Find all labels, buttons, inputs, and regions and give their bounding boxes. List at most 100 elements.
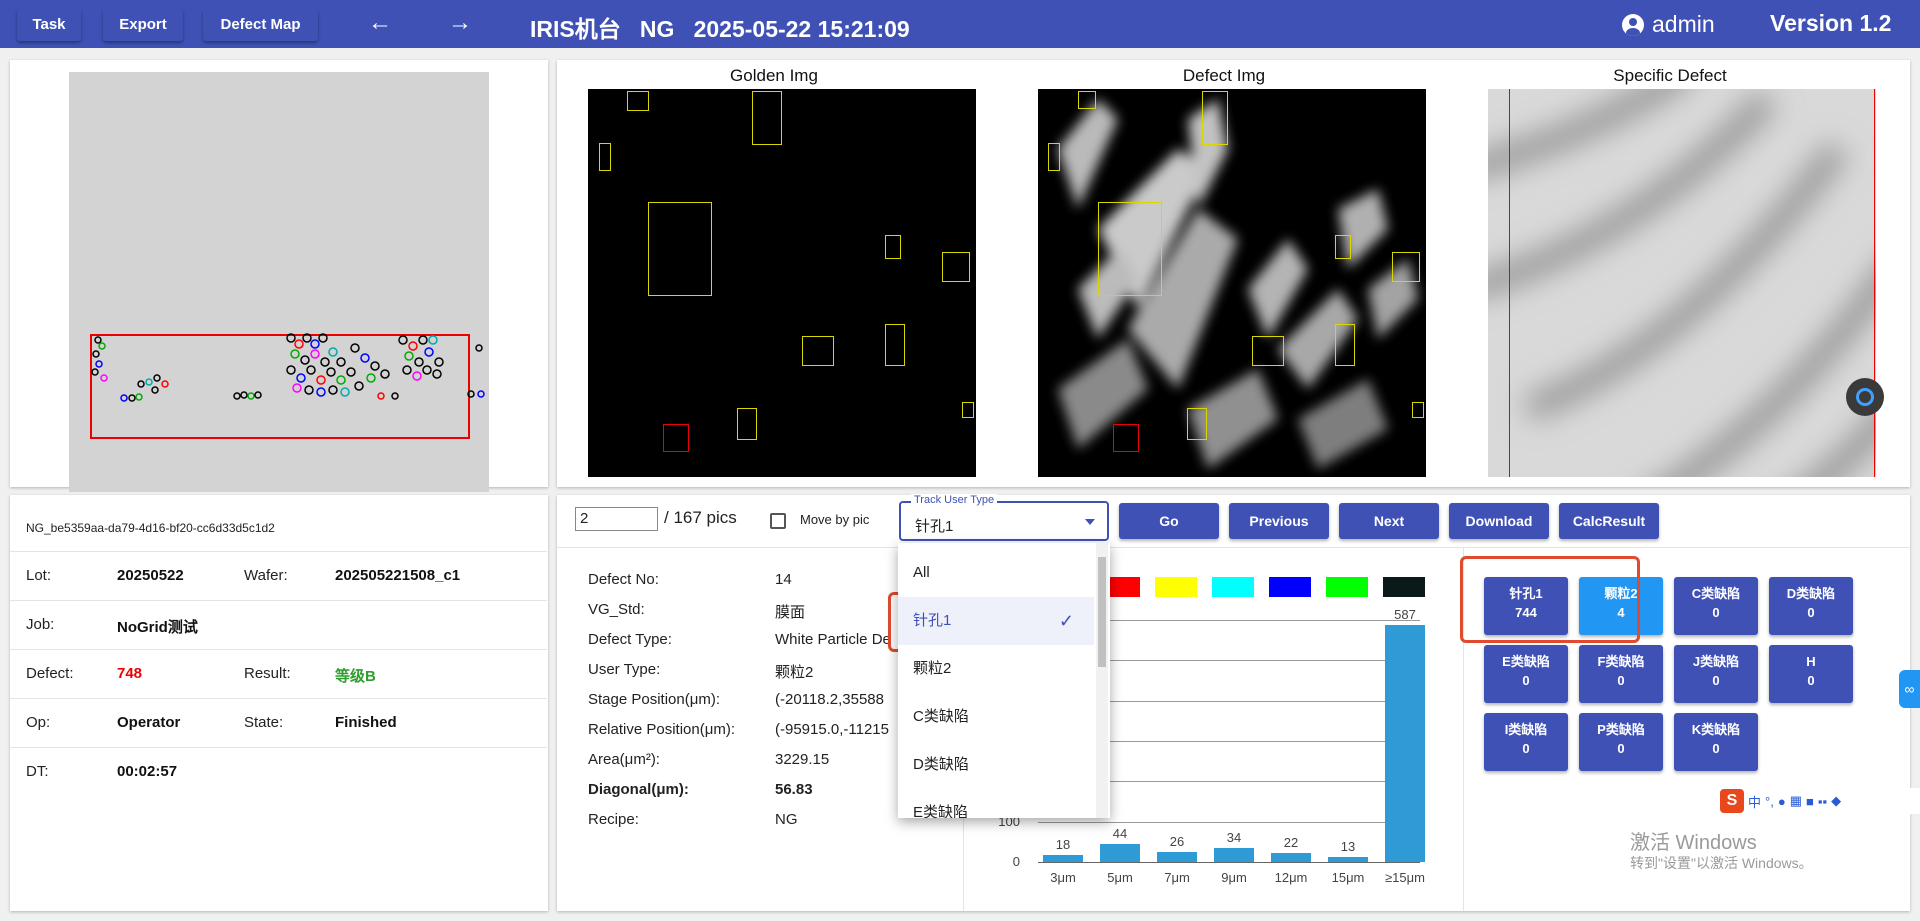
- color-swatch[interactable]: [1212, 577, 1254, 597]
- defect-marker: [627, 91, 649, 111]
- defect-type-count: 0: [1522, 741, 1530, 756]
- dropdown-option[interactable]: C类缺陷: [898, 693, 1094, 741]
- chart-bar[interactable]: [1100, 844, 1140, 862]
- page-number-input[interactable]: 2: [575, 507, 658, 531]
- chart-bar[interactable]: [1271, 853, 1311, 862]
- bar-value-label: 13: [1340, 838, 1356, 854]
- forward-arrow-icon[interactable]: →: [448, 10, 472, 36]
- defect-type-button[interactable]: E类缺陷 0: [1484, 645, 1568, 703]
- x-tick-label: 15μm: [1331, 870, 1365, 885]
- selected-defect-box: [1509, 89, 1875, 477]
- detail-label: VG_Std:: [588, 601, 645, 618]
- defect-marker: [1252, 336, 1284, 366]
- dt-label: DT:: [26, 763, 49, 780]
- account-icon: [1622, 13, 1644, 36]
- defect-map-button[interactable]: Defect Map: [203, 9, 318, 41]
- dropdown-option[interactable]: All: [898, 549, 1094, 597]
- download-button[interactable]: Download: [1449, 503, 1549, 539]
- defect-marker: [962, 402, 974, 418]
- wafer-label: Wafer:: [244, 567, 288, 584]
- defect-type-name: C类缺陷: [1691, 586, 1741, 601]
- keyboard-icon[interactable]: ▦: [1790, 793, 1802, 809]
- defect-type-count: 0: [1807, 605, 1815, 620]
- dropdown-option-label: E类缺陷: [913, 804, 969, 818]
- detail-value: (-95915.0,-11215: [775, 721, 889, 738]
- calc-result-button[interactable]: CalcResult: [1559, 503, 1659, 539]
- track-user-type-value: 针孔1: [915, 518, 954, 535]
- bar-value-label: 44: [1112, 826, 1128, 842]
- defect-image[interactable]: [1038, 89, 1426, 477]
- go-button[interactable]: Go: [1119, 503, 1219, 539]
- result-label: Result:: [244, 665, 291, 682]
- detail-value: (-20118.2,35588: [775, 691, 884, 708]
- floating-assistant-icon[interactable]: [1846, 378, 1884, 416]
- detail-value: 56.83: [775, 781, 813, 798]
- detail-value: NG: [775, 811, 798, 828]
- defect-type-button[interactable]: F类缺陷 0: [1579, 645, 1663, 703]
- x-tick-label: 9μm: [1221, 870, 1247, 885]
- defect-image-texture: [1058, 99, 1418, 469]
- track-user-type-select[interactable]: Track User Type 针孔1: [899, 494, 1109, 541]
- defect-type-name: K类缺陷: [1691, 722, 1741, 737]
- color-swatch[interactable]: [1326, 577, 1368, 597]
- activate-windows-hint: 转到"设置"以激活 Windows。: [1630, 855, 1813, 871]
- chart-bar[interactable]: [1385, 625, 1425, 862]
- wafer-defect-markers: [91, 333, 485, 402]
- defect-marker: [942, 252, 970, 282]
- highlight-box: [1460, 556, 1640, 643]
- chart-bar[interactable]: [1328, 856, 1368, 862]
- defect-type-button[interactable]: J类缺陷 0: [1674, 645, 1758, 703]
- more-icon[interactable]: ◆: [1831, 793, 1841, 809]
- user-menu[interactable]: admin: [1622, 11, 1715, 38]
- dropdown-option[interactable]: 针孔1 ✓: [898, 597, 1094, 645]
- defect-type-button[interactable]: P类缺陷 0: [1579, 713, 1663, 771]
- defect-marker: [885, 324, 905, 366]
- defect-type-button[interactable]: I类缺陷 0: [1484, 713, 1568, 771]
- wafer-map-panel: [10, 60, 548, 492]
- export-button[interactable]: Export: [103, 9, 183, 41]
- defect-marker: [885, 235, 901, 259]
- move-by-pic-checkbox[interactable]: [770, 513, 786, 529]
- ime-toolbar[interactable]: S 中 °, ● ▦ ■ ▪▪ ◆: [1718, 788, 1920, 814]
- dt-value: 00:02:57: [117, 763, 178, 780]
- previous-button[interactable]: Previous: [1229, 503, 1329, 539]
- defect-type-button[interactable]: K类缺陷 0: [1674, 713, 1758, 771]
- back-arrow-icon[interactable]: ←: [368, 10, 392, 36]
- color-swatch[interactable]: [1269, 577, 1311, 597]
- skin-icon[interactable]: ■: [1806, 794, 1814, 809]
- next-button[interactable]: Next: [1339, 503, 1439, 539]
- dropdown-option-label: 针孔1: [913, 612, 952, 629]
- microphone-icon[interactable]: ●: [1778, 794, 1786, 809]
- detail-label: Diagonal(μm):: [588, 781, 689, 798]
- wafer-map[interactable]: [69, 72, 489, 492]
- defect-type-button[interactable]: D类缺陷 0: [1769, 577, 1853, 635]
- chart-bar[interactable]: [1214, 848, 1254, 862]
- ime-punct-icon[interactable]: °,: [1765, 794, 1774, 809]
- grid-line: [1038, 862, 1420, 863]
- op-value: Operator: [117, 714, 181, 731]
- dropdown-option-label: All: [913, 564, 930, 581]
- color-swatch[interactable]: [1383, 577, 1425, 597]
- defect-type-name: E类缺陷: [1502, 654, 1550, 669]
- scrollbar-thumb[interactable]: [1098, 557, 1106, 667]
- ime-logo-icon: S: [1720, 789, 1744, 813]
- golden-image[interactable]: [588, 89, 976, 477]
- chart-bar[interactable]: [1157, 851, 1197, 862]
- toolbox-icon[interactable]: ▪▪: [1818, 794, 1827, 809]
- dropdown-option[interactable]: E类缺陷: [898, 789, 1094, 818]
- chart-bar[interactable]: [1043, 854, 1083, 862]
- defect-type-button[interactable]: H0: [1769, 645, 1853, 703]
- defect-marker: [648, 202, 712, 296]
- activate-windows-watermark: 激活 Windows: [1630, 832, 1757, 854]
- color-swatch[interactable]: [1155, 577, 1197, 597]
- dropdown-option[interactable]: D类缺陷: [898, 741, 1094, 789]
- job-value: NoGrid测试: [117, 619, 198, 636]
- dropdown-scrollbar[interactable]: [1096, 543, 1108, 818]
- defect-type-button[interactable]: C类缺陷 0: [1674, 577, 1758, 635]
- defect-type-count: 0: [1712, 605, 1720, 620]
- link-icon[interactable]: ∞: [1899, 670, 1920, 708]
- task-button[interactable]: Task: [17, 9, 81, 41]
- specific-defect-image[interactable]: [1488, 89, 1876, 477]
- ime-language[interactable]: 中: [1748, 792, 1761, 811]
- dropdown-option[interactable]: 颗粒2: [898, 645, 1094, 693]
